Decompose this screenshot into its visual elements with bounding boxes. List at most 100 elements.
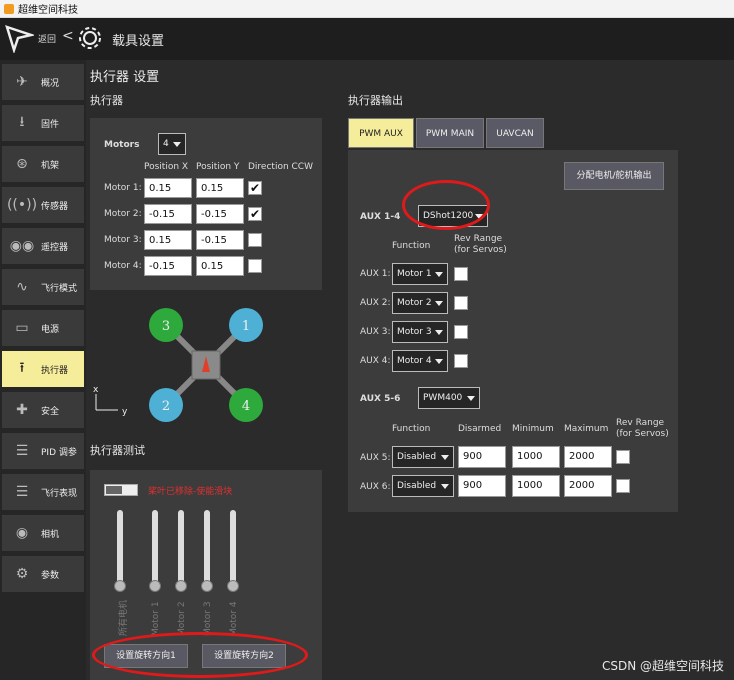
col-header-pos-x: Position X <box>144 162 189 172</box>
enable-sliders-toggle[interactable] <box>104 484 138 496</box>
col-header-ccw: Direction CCW <box>248 162 313 172</box>
motor-row-label: Motor 1: <box>104 183 142 193</box>
aux5-minimum-input[interactable]: 1000 <box>512 446 560 468</box>
slider-label: Motor 3 <box>203 601 213 636</box>
chevron-down-icon <box>435 301 443 306</box>
chevron-down-icon <box>441 455 449 460</box>
motor4-pos-y-input[interactable]: 0.15 <box>196 256 244 276</box>
slider-handle[interactable] <box>201 580 213 592</box>
motor4-ccw-checkbox[interactable] <box>248 259 262 273</box>
aux1-function-select[interactable]: Motor 1 <box>392 263 448 285</box>
sidebar-item-flight-behavior[interactable]: ☰ 飞行表现 <box>2 474 84 510</box>
motor1-slider[interactable] <box>152 510 158 586</box>
rev-range-header: Rev Range (for Servos) <box>454 234 507 255</box>
motor2-ccw-checkbox[interactable]: ✔ <box>248 207 262 221</box>
motor-geometry-panel: Motors 4 Position X Position Y Direction… <box>90 118 322 290</box>
motor3-slider[interactable] <box>204 510 210 586</box>
sidebar-item-label: 概况 <box>41 78 60 89</box>
motors-label: Motors <box>104 140 140 150</box>
sidebar-item-power[interactable]: ▭ 电源 <box>2 310 84 346</box>
aux6-maximum-input[interactable]: 2000 <box>564 475 612 497</box>
rev-range-header: Rev Range (for Servos) <box>616 418 669 439</box>
sidebar-item-pid-tuning[interactable]: ☰ PID 调参 <box>2 433 84 469</box>
qgc-logo-icon[interactable] <box>4 23 34 53</box>
sidebar-item-camera[interactable]: ◉ 相机 <box>2 515 84 551</box>
motor3-ccw-checkbox[interactable] <box>248 233 262 247</box>
sidebar-item-radio[interactable]: ◉◉ 遥控器 <box>2 228 84 264</box>
sidebar-item-safety[interactable]: ✚ 安全 <box>2 392 84 428</box>
aux-row-label: AUX 6: <box>360 482 391 492</box>
assign-outputs-button[interactable]: 分配电机/舵机输出 <box>564 162 664 190</box>
chevron-down-icon <box>435 359 443 364</box>
slider-label: Motor 1 <box>151 601 161 636</box>
sidebar-item-actuators[interactable]: ⭱ 执行器 <box>2 351 84 387</box>
tab-pwm-main[interactable]: PWM MAIN <box>416 118 484 148</box>
aux5-function-select[interactable]: Disabled <box>392 446 454 468</box>
back-arrow-icon[interactable]: < <box>62 28 74 44</box>
sidebar-item-sensors[interactable]: ((•)) 传感器 <box>2 187 84 223</box>
sidebar-item-airframe[interactable]: ⊛ 机架 <box>2 146 84 182</box>
sidebar-item-label: 参数 <box>41 570 60 581</box>
sidebar-item-flight-modes[interactable]: ∿ 飞行模式 <box>2 269 84 305</box>
slider-handle[interactable] <box>175 580 187 592</box>
sidebar-item-summary[interactable]: ✈ 概况 <box>2 64 84 100</box>
slider-label: 所有电机 <box>119 599 129 636</box>
motor-row-label: Motor 4: <box>104 261 142 271</box>
motor1-pos-x-input[interactable]: 0.15 <box>144 178 192 198</box>
chevron-down-icon <box>435 330 443 335</box>
aux4-function-select[interactable]: Motor 4 <box>392 350 448 372</box>
motor3-pos-x-input[interactable]: 0.15 <box>144 230 192 250</box>
minimum-header: Minimum <box>512 424 554 434</box>
back-label[interactable]: 返回 <box>38 32 56 45</box>
sidebar-item-label: 固件 <box>41 119 60 130</box>
toggle-knob <box>106 486 122 494</box>
motor2-pos-x-input[interactable]: -0.15 <box>144 204 192 224</box>
aux2-function-value: Motor 2 <box>397 298 432 308</box>
sidebar-item-label: 机架 <box>41 160 60 171</box>
battery-icon: ▭ <box>15 320 29 336</box>
chevron-down-icon <box>467 396 475 401</box>
sidebar-item-firmware[interactable]: ⭳ 固件 <box>2 105 84 141</box>
aux2-function-select[interactable]: Motor 2 <box>392 292 448 314</box>
tab-uavcan[interactable]: UAVCAN <box>486 118 544 148</box>
motor2-pos-y-input[interactable]: -0.15 <box>196 204 244 224</box>
gear-icon <box>79 27 101 49</box>
motor3-pos-y-input[interactable]: -0.15 <box>196 230 244 250</box>
aux6-rev-checkbox[interactable] <box>616 479 630 493</box>
sliders-icon: ☰ <box>15 484 29 500</box>
window-title: 超维空间科技 <box>18 5 78 16</box>
aux56-protocol-select[interactable]: PWM400 <box>418 387 480 409</box>
sidebar-item-label: 遥控器 <box>41 242 69 253</box>
aux6-function-select[interactable]: Disabled <box>392 475 454 497</box>
aux6-disarmed-input[interactable]: 900 <box>458 475 506 497</box>
sidebar-item-label: 执行器 <box>41 365 69 376</box>
slider-handle[interactable] <box>149 580 161 592</box>
main-content: 执行器 设置 执行器 Motors 4 Position X Position … <box>86 60 734 680</box>
sidebar-item-parameters[interactable]: ⚙ 参数 <box>2 556 84 592</box>
aux5-maximum-input[interactable]: 2000 <box>564 446 612 468</box>
aux1-rev-checkbox[interactable] <box>454 267 468 281</box>
motor-row-label: Motor 3: <box>104 235 142 245</box>
aux5-disarmed-input[interactable]: 900 <box>458 446 506 468</box>
slider-handle[interactable] <box>227 580 239 592</box>
motor-layout-diagram: 3 1 2 4 x y <box>93 308 263 422</box>
aux4-rev-checkbox[interactable] <box>454 354 468 368</box>
motor4-pos-x-input[interactable]: -0.15 <box>144 256 192 276</box>
motor2-number: 2 <box>162 399 170 414</box>
aux-row-label: AUX 5: <box>360 453 391 463</box>
aux2-rev-checkbox[interactable] <box>454 296 468 310</box>
all-motors-slider[interactable] <box>117 510 123 586</box>
slider-handle[interactable] <box>114 580 126 592</box>
aux3-rev-checkbox[interactable] <box>454 325 468 339</box>
motor4-slider[interactable] <box>230 510 236 586</box>
aux6-minimum-input[interactable]: 1000 <box>512 475 560 497</box>
tab-pwm-aux[interactable]: PWM AUX <box>348 118 414 148</box>
sliders-icon: ☰ <box>15 443 29 459</box>
aux5-rev-checkbox[interactable] <box>616 450 630 464</box>
motor1-pos-y-input[interactable]: 0.15 <box>196 178 244 198</box>
motors-count-select[interactable]: 4 <box>158 133 186 155</box>
aux3-function-select[interactable]: Motor 3 <box>392 321 448 343</box>
motor1-ccw-checkbox[interactable]: ✔ <box>248 181 262 195</box>
axis-x-label: x <box>93 385 99 395</box>
motor2-slider[interactable] <box>178 510 184 586</box>
